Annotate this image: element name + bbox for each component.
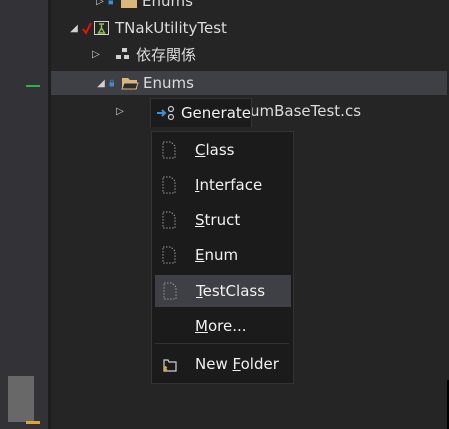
tree-item-label: 依存関係 xyxy=(136,45,197,64)
tree-item-label: Enums xyxy=(143,74,194,92)
checkmark-icon xyxy=(82,22,92,35)
warning-marker xyxy=(26,421,40,424)
tree-item-label: umBaseTest.cs xyxy=(250,102,362,120)
collapse-arrow-icon[interactable]: ◢ xyxy=(93,78,109,89)
generate-label: Generate xyxy=(180,104,251,122)
tree-item-enums-folder[interactable]: ◢ Enums xyxy=(51,71,447,95)
generate-menu-header[interactable]: Generate xyxy=(150,98,252,127)
generate-icon xyxy=(156,105,175,121)
file-icon xyxy=(162,141,176,159)
menu-item-class[interactable]: Class xyxy=(155,135,289,165)
generate-submenu: Class Interface Struct Enum TestClass Mo… xyxy=(151,131,294,384)
file-icon xyxy=(162,211,176,229)
expand-arrow-icon[interactable]: ▷ xyxy=(92,0,108,7)
menu-item-struct[interactable]: Struct xyxy=(155,205,289,235)
file-icon xyxy=(163,282,177,300)
folder-icon xyxy=(121,0,137,8)
menu-item-label: Struct xyxy=(195,211,241,229)
lock-icon xyxy=(108,0,113,5)
collapse-arrow-icon[interactable]: ◢ xyxy=(66,23,82,34)
tree-item-enums-top[interactable]: ▷ Enums xyxy=(92,0,193,13)
tree-item-dependencies[interactable]: ▷ 依存関係 xyxy=(88,42,196,66)
lock-icon xyxy=(109,79,114,87)
menu-item-label: Enum xyxy=(195,246,239,264)
new-folder-icon xyxy=(163,359,177,372)
menu-item-new-folder[interactable]: New Folder xyxy=(155,349,289,379)
file-icon xyxy=(162,246,176,264)
tree-item-project[interactable]: ◢ TNakUtilityTest xyxy=(66,16,227,40)
menu-separator xyxy=(155,343,289,344)
menu-item-enum[interactable]: Enum xyxy=(155,240,289,270)
file-icon xyxy=(162,176,176,194)
menu-item-testclass[interactable]: TestClass xyxy=(155,275,291,307)
change-marker xyxy=(26,85,40,87)
tree-item-label: TNakUtilityTest xyxy=(115,19,227,37)
menu-item-label: Interface xyxy=(195,176,263,194)
folder-open-icon xyxy=(121,78,139,90)
expand-arrow-icon[interactable]: ▷ xyxy=(112,106,128,117)
menu-item-more[interactable]: More... xyxy=(155,311,289,341)
expand-arrow-icon[interactable]: ▷ xyxy=(88,49,104,60)
menu-item-interface[interactable]: Interface xyxy=(155,170,289,200)
tree-item-label: Enums xyxy=(142,0,193,10)
scrollbar-thumb[interactable] xyxy=(8,376,34,422)
test-project-icon xyxy=(94,21,109,35)
menu-item-label: New Folder xyxy=(195,355,279,373)
menu-item-label: TestClass xyxy=(196,282,266,300)
tree-item-file-label: umBaseTest.cs xyxy=(250,99,361,123)
editor-gutter xyxy=(0,0,48,429)
menu-item-label: Class xyxy=(195,141,235,159)
menu-item-label: More... xyxy=(195,317,247,335)
gutter-divider xyxy=(48,0,51,429)
dependencies-icon xyxy=(116,48,129,59)
tree-item-file[interactable]: ▷ xyxy=(112,99,128,123)
